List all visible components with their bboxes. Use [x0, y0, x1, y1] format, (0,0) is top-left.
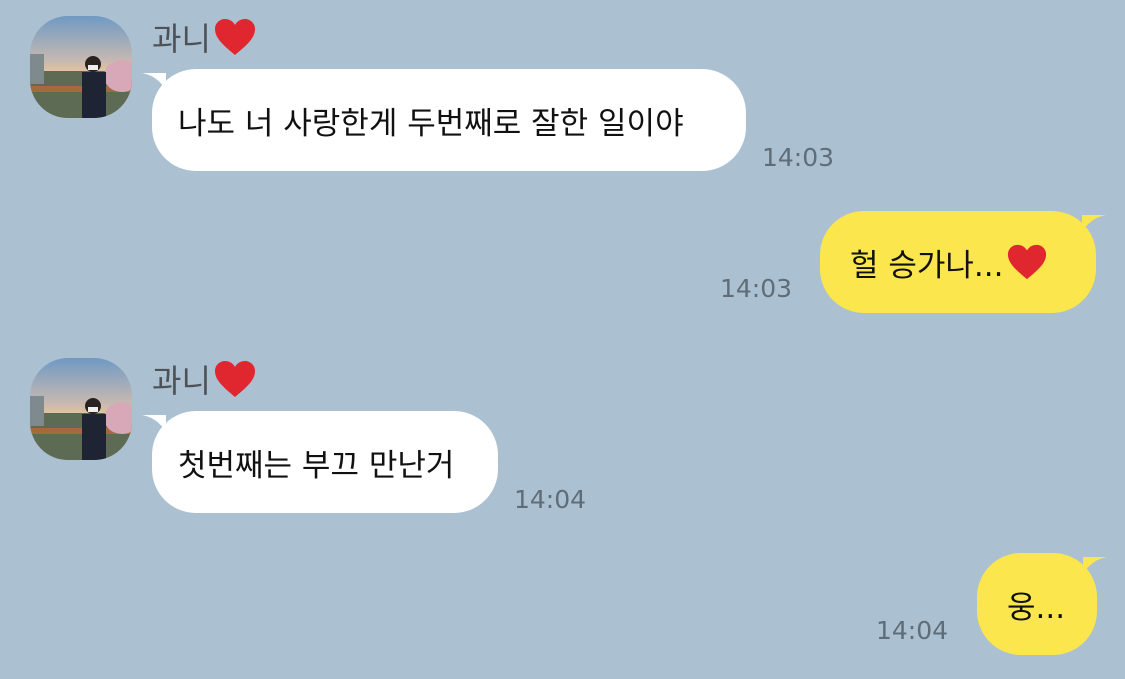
bubble-tail: [142, 73, 166, 89]
message-bubble-incoming[interactable]: 첫번째는 부끄 만난거: [142, 411, 498, 513]
message-time: 14:03: [762, 143, 835, 172]
profile-photo: [30, 358, 132, 460]
bubble-tail: [1082, 215, 1106, 231]
bubble-tail: [142, 415, 166, 431]
profile-photo: [30, 16, 132, 118]
bubble-tail: [1083, 557, 1107, 573]
message-text: 첫번째는 부끄 만난거: [178, 447, 455, 484]
avatar[interactable]: [30, 16, 132, 118]
message-text: 헐 승가나...: [850, 247, 1004, 284]
sender-name: 과니: [152, 356, 257, 402]
message-bubble-outgoing[interactable]: 웅...: [977, 553, 1107, 655]
message-text: 웅...: [1007, 589, 1066, 626]
message-bubble-outgoing[interactable]: 헐 승가나...: [820, 211, 1106, 313]
avatar[interactable]: [30, 358, 132, 460]
sender-name: 과니: [152, 14, 257, 60]
sender-name-label: 과니: [152, 362, 211, 400]
sender-name-label: 과니: [152, 20, 211, 58]
red-heart-icon: [1007, 244, 1046, 280]
message-time: 14:04: [514, 485, 587, 514]
red-heart-icon: [214, 361, 255, 397]
message-bubble-incoming[interactable]: 나도 너 사랑한게 두번째로 잘한 일이야: [142, 69, 746, 171]
red-heart-icon: [214, 19, 255, 55]
message-time: 14:04: [876, 616, 949, 645]
message-time: 14:03: [720, 274, 793, 303]
message-text: 나도 너 사랑한게 두번째로 잘한 일이야: [178, 105, 684, 142]
